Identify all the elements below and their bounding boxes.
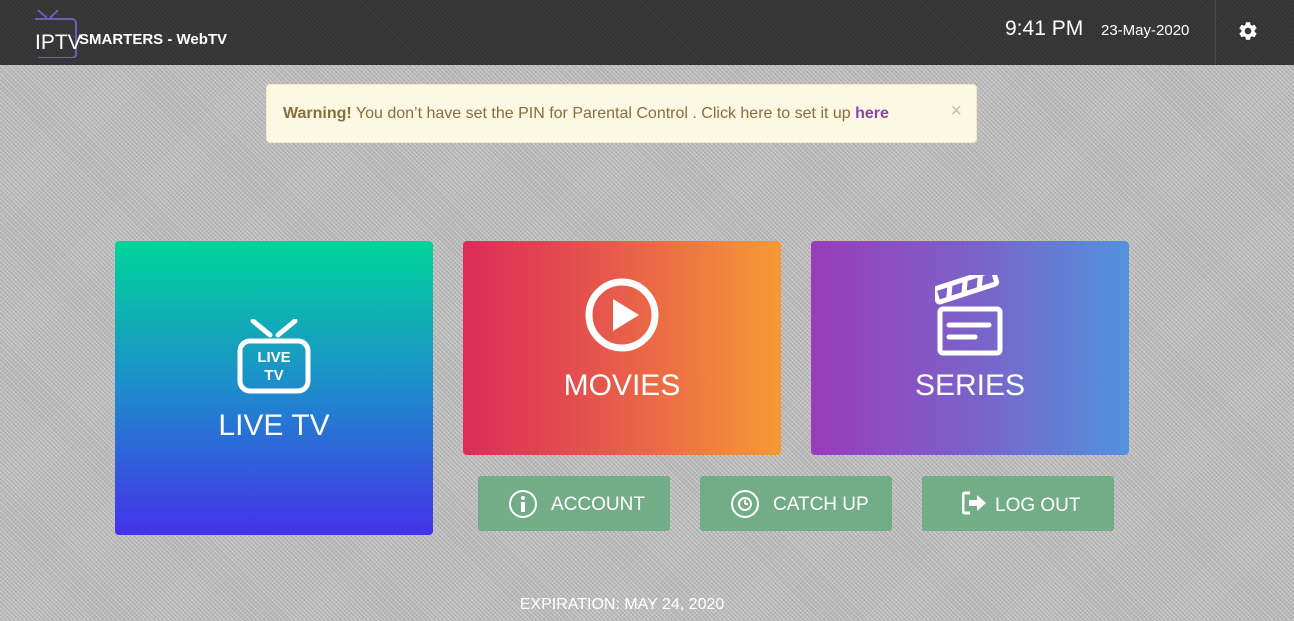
logo-iptv-text: IPTV xyxy=(35,31,82,54)
warning-close-button[interactable]: × xyxy=(950,99,962,123)
parental-control-warning: Warning! You don’t have set the PIN for … xyxy=(266,84,977,143)
warning-strong: Warning! xyxy=(283,105,352,122)
clock-icon xyxy=(731,490,759,518)
live-tv-label: LIVE TV xyxy=(218,409,330,442)
clapperboard-icon xyxy=(935,275,1003,356)
log-out-button[interactable]: LOG OUT xyxy=(922,476,1114,531)
current-date: 23-May-2020 xyxy=(1101,22,1190,39)
current-time: 9:41 PM xyxy=(1005,17,1084,40)
series-tile[interactable]: SERIES xyxy=(811,241,1129,455)
live-tv-icon: LIVE TV xyxy=(237,319,311,394)
catch-up-label: CATCH UP xyxy=(773,494,869,515)
expiration-text: EXPIRATION: MAY 24, 2020 xyxy=(519,596,725,613)
warning-body: You don’t have set the PIN for Parental … xyxy=(351,105,856,122)
header-divider xyxy=(1215,0,1216,65)
movies-tile[interactable]: MOVIES xyxy=(463,241,781,455)
log-out-label: LOG OUT xyxy=(995,495,1081,516)
sign-out-icon xyxy=(962,491,986,515)
catch-up-button[interactable]: CATCH UP xyxy=(700,476,892,531)
app-logo[interactable]: IPTV SMARTERS - WebTV xyxy=(32,10,252,58)
warning-set-pin-link[interactable]: here xyxy=(855,105,889,122)
account-label: ACCOUNT xyxy=(551,494,645,515)
series-label: SERIES xyxy=(914,369,1026,402)
live-tv-tile[interactable]: LIVE TV LIVE TV xyxy=(115,241,433,535)
logo-smarters-text: SMARTERS - WebTV xyxy=(79,31,228,48)
info-icon xyxy=(509,490,537,518)
warning-message: Warning! You don’t have set the PIN for … xyxy=(283,105,889,123)
live-tv-icon-text-2: TV xyxy=(264,367,283,384)
top-header: IPTV SMARTERS - WebTV 9:41 PM 23-May-202… xyxy=(0,0,1294,65)
account-button[interactable]: ACCOUNT xyxy=(478,476,670,531)
movies-label: MOVIES xyxy=(563,369,681,402)
gear-icon[interactable] xyxy=(1237,20,1259,42)
play-icon xyxy=(585,278,659,352)
live-tv-icon-text-1: LIVE xyxy=(257,349,290,366)
